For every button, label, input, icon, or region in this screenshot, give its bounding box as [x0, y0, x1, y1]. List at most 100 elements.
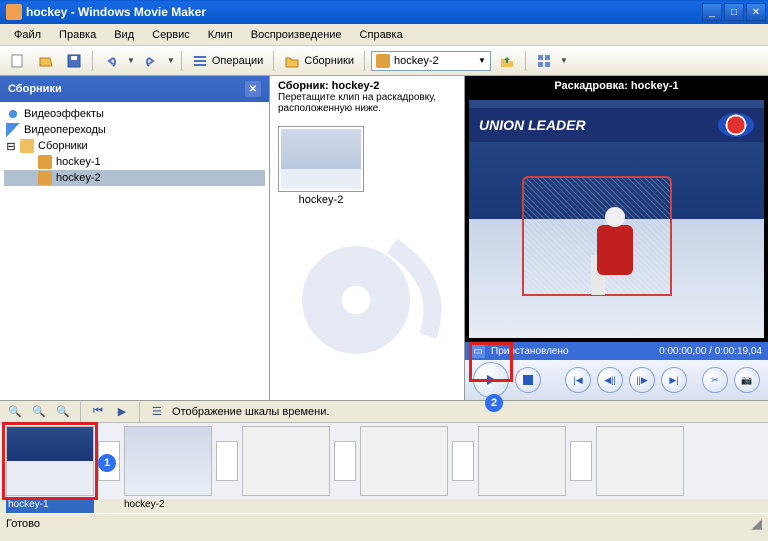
snapshot-button[interactable]: 📷	[734, 367, 760, 393]
storyboard-slot-empty[interactable]	[242, 426, 330, 496]
reel-icon	[38, 155, 52, 169]
combo-value: hockey-2	[394, 55, 439, 67]
maximize-button[interactable]: □	[724, 3, 744, 21]
undo-button[interactable]	[99, 49, 123, 73]
zoom-out-icon[interactable]: 🔍	[54, 403, 72, 421]
clip-image	[281, 129, 361, 189]
undo-dropdown-icon[interactable]: ▼	[127, 56, 135, 65]
annotation-badge-1: 1	[98, 454, 116, 472]
collections-label: Сборники	[304, 55, 354, 67]
redo-button[interactable]	[139, 49, 163, 73]
menu-playback[interactable]: Воспроизведение	[243, 27, 350, 43]
preview-panel: Раскадровка: hockey-1 UNION LEADER ▭ При…	[465, 76, 768, 400]
menu-clip[interactable]: Клип	[200, 27, 241, 43]
toolbar: ▼ ▼ Операции Сборники hockey-2 ▼ ▼	[0, 46, 768, 76]
prev-button[interactable]: |◀	[565, 367, 591, 393]
tree-video-transitions[interactable]: Видеопереходы	[4, 122, 265, 138]
storyboard-label-1: hockey-1	[6, 499, 94, 513]
tree-collections[interactable]: ⊟Сборники	[4, 138, 265, 154]
up-level-button[interactable]	[495, 49, 519, 73]
collection-combo[interactable]: hockey-2 ▼	[371, 51, 491, 71]
annotation-badge-2: 2	[485, 394, 503, 412]
playback-controls: |◀ ◀|| ||▶ ▶| ✂ 📷 2	[465, 360, 768, 400]
star-icon	[6, 107, 20, 121]
folder-icon	[284, 53, 300, 69]
open-button[interactable]	[34, 49, 58, 73]
reel-icon	[38, 171, 52, 185]
tree-hockey-2[interactable]: hockey-2	[4, 170, 265, 186]
clips-hint: Перетащите клип на раскадровку, располож…	[278, 92, 456, 114]
panel-close-button[interactable]: ✕	[245, 81, 261, 97]
collections-button[interactable]: Сборники	[280, 53, 358, 69]
rewind-icon[interactable]: ⏮	[89, 403, 107, 421]
collections-panel: Сборники ✕ Видеоэффекты Видеопереходы ⊟С…	[0, 76, 270, 400]
storyboard-slot-empty[interactable]	[478, 426, 566, 496]
menubar: Файл Правка Вид Сервис Клип Воспроизведе…	[0, 24, 768, 46]
storyboard-transition[interactable]	[216, 441, 238, 481]
storyboard-transition[interactable]	[334, 441, 356, 481]
save-button[interactable]	[62, 49, 86, 73]
tree-hockey-1[interactable]: hockey-1	[4, 154, 265, 170]
storyboard-slot-2[interactable]	[124, 426, 212, 496]
folder-icon	[20, 139, 34, 153]
arrow-icon	[6, 123, 20, 137]
hockey-goalie	[587, 195, 647, 295]
minimize-button[interactable]: _	[702, 3, 722, 21]
menu-service[interactable]: Сервис	[144, 27, 198, 43]
status-text: Готово	[6, 518, 40, 530]
annotation-highlight-play	[469, 342, 513, 382]
storyboard-slot-empty[interactable]	[360, 426, 448, 496]
tasks-label: Операции	[212, 55, 263, 67]
tree-video-effects[interactable]: Видеоэффекты	[4, 106, 265, 122]
storyboard-slot-1[interactable]	[6, 426, 94, 496]
clips-panel: Сборник: hockey-2 Перетащите клип на рас…	[270, 76, 465, 400]
video-banner: UNION LEADER	[469, 108, 764, 142]
titlebar: hockey - Windows Movie Maker _ □ ✕	[0, 0, 768, 24]
menu-help[interactable]: Справка	[352, 27, 411, 43]
menu-file[interactable]: Файл	[6, 27, 49, 43]
collections-tree: Видеоэффекты Видеопереходы ⊟Сборники hoc…	[0, 102, 269, 400]
step-fwd-button[interactable]: ||▶	[629, 367, 655, 393]
resize-grip[interactable]: ◢	[751, 515, 762, 532]
tasks-icon	[192, 53, 208, 69]
step-back-button[interactable]: ◀||	[597, 367, 623, 393]
zoom-in-icon[interactable]: 🔍	[30, 403, 48, 421]
app-icon	[6, 4, 22, 20]
clips-title: Сборник: hockey-2	[278, 80, 456, 92]
storyboard-transition[interactable]	[452, 441, 474, 481]
view-dropdown-icon[interactable]: ▼	[560, 56, 568, 65]
storyboard-slot-empty[interactable]	[596, 426, 684, 496]
statusbar: Готово ◢	[0, 513, 768, 533]
timeline-label: Отображение шкалы времени.	[172, 406, 329, 418]
menu-edit[interactable]: Правка	[51, 27, 104, 43]
tasks-button[interactable]: Операции	[188, 53, 267, 69]
watermark-icon	[284, 200, 464, 400]
storyboard-labels: hockey-1 hockey-2	[0, 499, 768, 513]
panel-title: Сборники	[8, 83, 62, 95]
menu-view[interactable]: Вид	[106, 27, 142, 43]
clip-thumb[interactable]	[278, 126, 364, 192]
close-button[interactable]: ✕	[746, 3, 766, 21]
new-button[interactable]	[6, 49, 30, 73]
view-button[interactable]	[532, 49, 556, 73]
main-area: Сборники ✕ Видеоэффекты Видеопереходы ⊟С…	[0, 76, 768, 401]
play-timeline-icon[interactable]: ▶	[113, 403, 131, 421]
next-button[interactable]: ▶|	[661, 367, 687, 393]
preview-title: Раскадровка: hockey-1	[465, 76, 768, 96]
zoom-fit-icon[interactable]: 🔍	[6, 403, 24, 421]
stop-button[interactable]	[515, 367, 541, 393]
redo-dropdown-icon[interactable]: ▼	[167, 56, 175, 65]
storyboard-transition[interactable]	[570, 441, 592, 481]
timeline-toolbar: 🔍 🔍 🔍 ⏮ ▶ ☰ Отображение шкалы времени.	[0, 401, 768, 423]
timeline-view-icon[interactable]: ☰	[148, 403, 166, 421]
split-button[interactable]: ✂	[702, 367, 728, 393]
reel-icon	[376, 54, 390, 68]
video-frame[interactable]: UNION LEADER	[465, 96, 768, 342]
storyboard-label-2: hockey-2	[124, 499, 212, 513]
pepsi-logo-icon	[718, 113, 754, 137]
chevron-down-icon: ▼	[478, 56, 486, 65]
panel-header: Сборники ✕	[0, 76, 269, 102]
window-title: hockey - Windows Movie Maker	[26, 5, 702, 19]
collapse-icon[interactable]: ⊟	[6, 140, 16, 153]
storyboard: 1	[0, 423, 768, 499]
